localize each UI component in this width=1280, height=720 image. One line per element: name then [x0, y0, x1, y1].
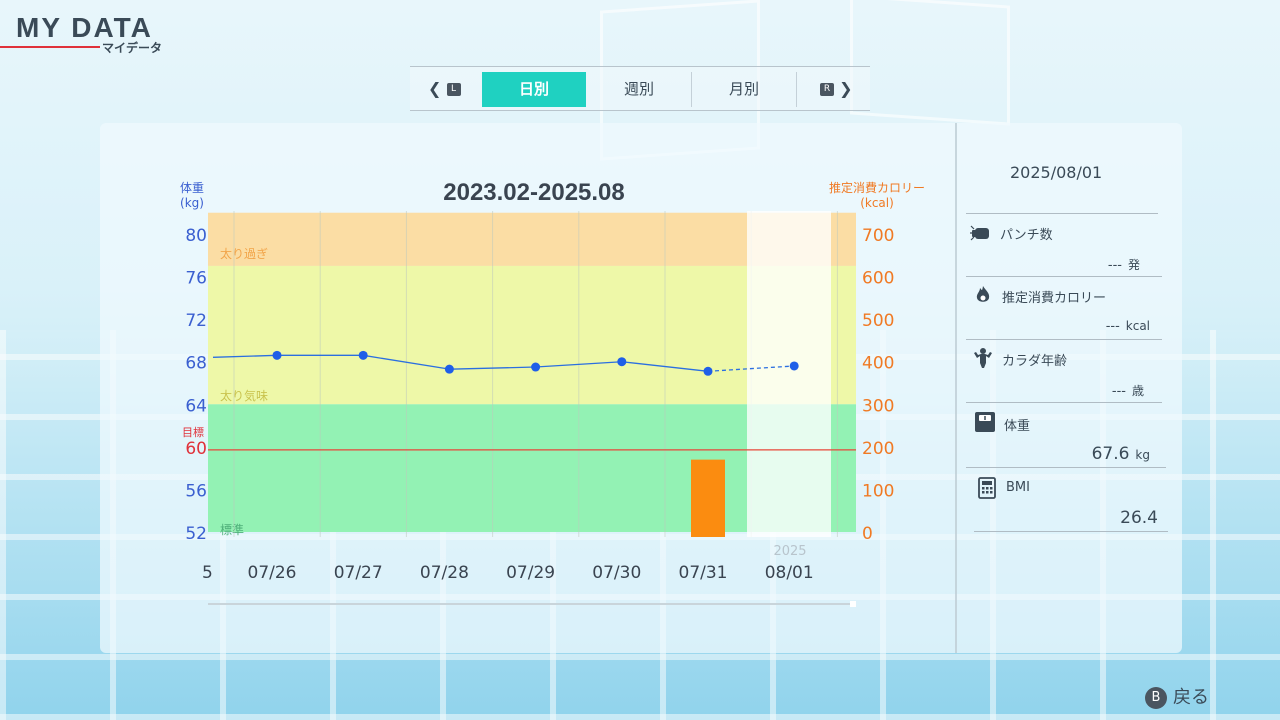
x-tick-label: 07/27 — [334, 563, 383, 583]
y-left-tick-label: 52 — [185, 524, 207, 544]
zone-label: 標準 — [220, 522, 244, 537]
weight-number: 67.6 — [1091, 444, 1130, 464]
y-right-axis-title: 推定消費カロリー — [829, 180, 925, 195]
body-age-value: --- 歳 — [1040, 382, 1144, 399]
scale-icon — [975, 412, 995, 432]
y-left-tick-label: 56 — [185, 481, 207, 501]
x-tick-label: 07/31 — [679, 563, 728, 583]
zone-label: 太り過ぎ — [220, 246, 268, 261]
y-right-tick-label: 200 — [862, 439, 894, 459]
y-right-tick-label: 400 — [862, 354, 894, 374]
side-divider — [966, 213, 1158, 214]
weight-label: 体重 — [1004, 419, 1031, 434]
punch-count-label: パンチ数 — [1000, 228, 1053, 243]
side-divider — [966, 276, 1162, 277]
y-right-tick-label: 100 — [862, 481, 894, 501]
y-left-tick-label: 60 — [185, 439, 207, 459]
side-divider — [966, 467, 1166, 468]
selected-date: 2025/08/01 — [1010, 163, 1103, 182]
weight-point — [444, 364, 454, 374]
weight-point — [703, 366, 713, 376]
x-tick-label: 07/30 — [592, 563, 641, 583]
weight-point — [358, 350, 368, 360]
x-tick-label: 08/01 — [765, 563, 814, 583]
year-label: 2025 — [773, 544, 806, 559]
side-divider — [966, 339, 1162, 340]
y-left-tick-label: 76 — [185, 269, 207, 289]
y-left-tick-label: 68 — [185, 354, 207, 374]
back-label: 戻る — [1173, 687, 1209, 708]
weight-point — [272, 350, 282, 360]
zone-label: 太り気味 — [220, 388, 268, 403]
y-left-axis-title: 体重 — [180, 181, 204, 195]
x-tick-label: 07/28 — [420, 563, 469, 583]
body-age-number: --- — [1111, 384, 1126, 399]
x-tick-label: 07/29 — [506, 563, 555, 583]
body-age-label: カラダ年齢 — [1002, 354, 1068, 369]
y-left-tick-label: 72 — [185, 311, 207, 331]
weight-point — [617, 357, 627, 367]
y-right-tick-label: 0 — [862, 524, 873, 544]
y-left-tick-label: 64 — [185, 396, 207, 416]
weight-unit: kg — [1135, 448, 1150, 462]
y-left-tick-label: 80 — [185, 226, 207, 246]
y-left-axis-unit: (kg) — [180, 196, 204, 210]
x-tick-label: 07/26 — [248, 563, 297, 583]
y-right-tick-label: 300 — [862, 396, 894, 416]
punch-count-unit: 発 — [1127, 258, 1140, 272]
back-button[interactable]: B 戻る — [1145, 683, 1209, 709]
weight-value: 67.6 kg — [1040, 444, 1150, 464]
flame-icon — [976, 286, 990, 302]
y-right-axis-unit: (kcal) — [860, 196, 894, 210]
x-tick-label-partial: 5 — [202, 563, 213, 583]
chart-scrollbar-thumb[interactable] — [850, 601, 856, 607]
body-age-unit: 歳 — [1131, 384, 1144, 398]
calorie-number: --- — [1105, 319, 1120, 334]
calorie-unit: kcal — [1125, 319, 1150, 333]
weight-chart: 太り過ぎ太り気味標準 目標 80 76 72 68 64 60 56 52 700 600 500 400… — [180, 179, 925, 607]
punch-count-number: --- — [1107, 258, 1122, 273]
bmi-value: 26.4 — [1120, 508, 1158, 528]
side-divider — [966, 402, 1162, 403]
b-button-icon: B — [1145, 687, 1167, 709]
weight-point — [531, 362, 541, 372]
muscle-body-icon — [974, 348, 992, 368]
punch-count-value: --- 発 — [1040, 256, 1140, 273]
bmi-label: BMI — [1006, 480, 1030, 495]
y-right-tick-label: 500 — [862, 311, 894, 331]
calorie-value: --- kcal — [1050, 319, 1150, 334]
calorie-bar — [691, 459, 725, 537]
weight-point — [789, 361, 799, 371]
side-divider — [974, 531, 1168, 532]
selected-column-highlight — [747, 211, 831, 537]
y-right-tick-label: 700 — [862, 226, 894, 246]
chart-title: 2023.02-2025.08 — [443, 179, 625, 206]
punch-icon — [970, 225, 989, 241]
target-label: 目標 — [182, 425, 204, 439]
calorie-label: 推定消費カロリー — [1002, 291, 1107, 306]
calculator-icon — [978, 477, 996, 499]
y-right-tick-label: 600 — [862, 269, 894, 289]
